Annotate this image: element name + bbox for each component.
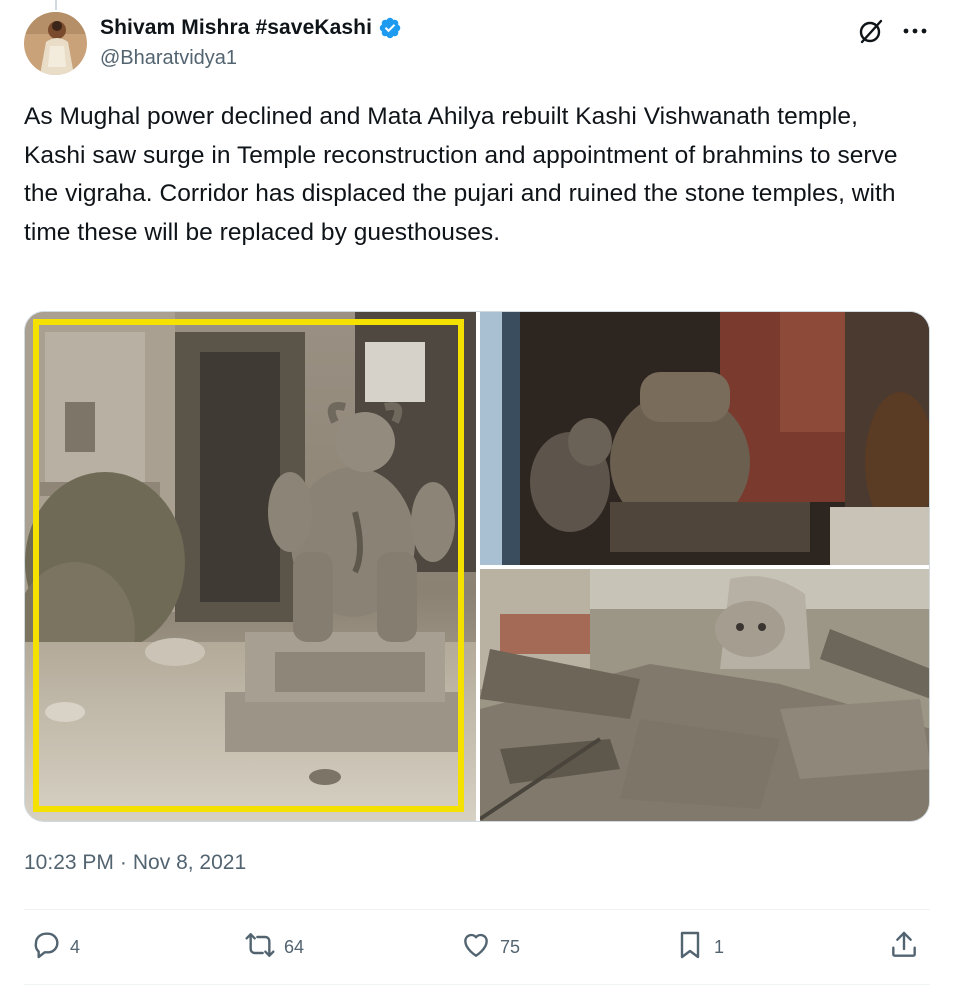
like-button[interactable]: 75 — [460, 929, 520, 965]
tweet-text: As Mughal power declined and Mata Ahilya… — [24, 103, 898, 246]
heart-icon — [460, 929, 492, 966]
grok-icon[interactable] — [856, 16, 886, 46]
user-info: Shivam Mishra #saveKashi @Bharatvidya1 — [100, 14, 402, 70]
bookmark-count: 1 — [714, 936, 725, 957]
stone-nandi-statue-photo[interactable] — [25, 312, 476, 821]
reply-count: 4 — [70, 936, 81, 957]
repost-icon — [244, 929, 276, 966]
tweet-date: Nov 8, 2021 — [132, 851, 247, 874]
bookmark-button[interactable]: 1 — [674, 929, 724, 965]
thread-connector-line — [55, 0, 57, 10]
nandi-statues-in-shrine-photo[interactable] — [480, 312, 929, 565]
tweet-actions: 4 64 75 1 — [24, 929, 930, 965]
share-button[interactable] — [888, 929, 920, 965]
share-icon — [888, 929, 920, 966]
display-name[interactable]: Shivam Mishra #saveKashi — [100, 16, 372, 40]
timestamp-separator: · — [119, 851, 127, 874]
like-count: 75 — [500, 936, 521, 957]
tweet-time: 10:23 PM — [24, 851, 114, 874]
tweet-timestamp[interactable]: 10:23 PM · Nov 8, 2021 — [24, 851, 246, 875]
avatar[interactable] — [24, 12, 87, 75]
nandi-amid-debris-photo[interactable] — [480, 569, 929, 821]
divider-bottom — [24, 984, 930, 985]
tweet-header: Shivam Mishra #saveKashi @Bharatvidya1 — [24, 12, 932, 80]
divider-top — [24, 909, 930, 910]
verified-badge-icon — [378, 16, 402, 40]
reply-icon — [30, 929, 62, 966]
bookmark-icon — [674, 929, 706, 966]
user-handle[interactable]: @Bharatvidya1 — [100, 47, 402, 70]
reply-button[interactable]: 4 — [30, 929, 80, 965]
repost-button[interactable]: 64 — [244, 929, 304, 965]
repost-count: 64 — [284, 936, 305, 957]
more-icon[interactable] — [900, 16, 930, 46]
media-grid — [24, 311, 930, 822]
